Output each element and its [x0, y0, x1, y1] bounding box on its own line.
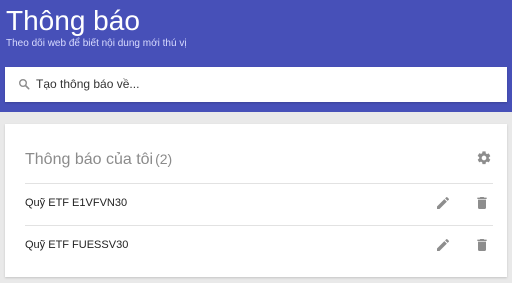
- edit-button[interactable]: [435, 195, 451, 211]
- search-icon: [18, 78, 30, 90]
- page-title: Thông báo: [6, 5, 140, 36]
- settings-button[interactable]: [476, 150, 492, 166]
- gear-icon: [476, 150, 492, 166]
- trash-icon: [474, 195, 490, 211]
- notification-count: (2): [155, 151, 173, 167]
- notification-label: Quỹ ETF E1VFVN30: [25, 197, 128, 209]
- notifications-page: Thông báo Theo dõi web để biết nội dung …: [0, 0, 512, 283]
- pencil-icon: [435, 237, 451, 253]
- pencil-icon: [435, 195, 451, 211]
- notification-row-fuessv30: Quỹ ETF FUESSV30: [25, 226, 493, 266]
- card-title: Thông báo của tôi: [25, 151, 154, 168]
- search-input[interactable]: [36, 74, 496, 94]
- notification-label: Quỹ ETF FUESSV30: [25, 239, 129, 251]
- notification-row-e1vfvn30: Quỹ ETF E1VFVN30: [25, 184, 493, 224]
- trash-icon: [474, 237, 490, 253]
- page-subtitle: Theo dõi web để biết nội dung mới thú vị: [6, 38, 187, 49]
- search-bar[interactable]: [5, 67, 507, 102]
- page-header: Thông báo Theo dõi web để biết nội dung …: [0, 0, 512, 112]
- edit-button[interactable]: [435, 237, 451, 253]
- delete-button[interactable]: [474, 237, 490, 253]
- card-title-group: Thông báo của tôi (2): [25, 149, 172, 169]
- delete-button[interactable]: [474, 195, 490, 211]
- my-notifications-card: Thông báo của tôi (2) Quỹ ETF E1VFVN30 Q…: [5, 124, 507, 277]
